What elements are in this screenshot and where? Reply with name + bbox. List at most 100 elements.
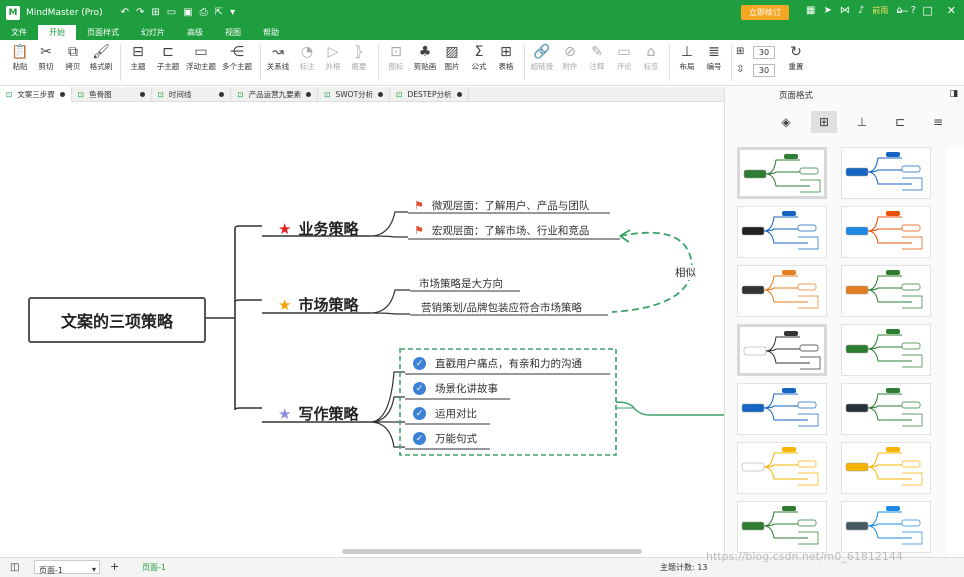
page-select[interactable]: 页面-1 ▾ (34, 560, 100, 575)
theme-thumbnail[interactable] (737, 501, 827, 553)
send-icon[interactable]: ➤ (823, 5, 831, 16)
structure-tool-button[interactable]: ⊥ (849, 111, 875, 133)
menu-view[interactable]: 视图 (214, 25, 252, 40)
theme-thumbnail[interactable] (737, 442, 827, 494)
table-icon: ⊞ (500, 44, 512, 60)
summary-button[interactable]: ⦄ 概要 (343, 43, 375, 72)
theme-thumbnail[interactable] (841, 501, 931, 553)
relation-line-button[interactable]: ↝ 关系线 (262, 43, 294, 72)
summary-icon: ⦄ (353, 44, 365, 60)
theme-thumbnail[interactable] (737, 206, 827, 258)
page-panel-icon[interactable]: ◫ (10, 562, 19, 573)
subtopic-label: 万能句式 (435, 433, 477, 445)
print-icon[interactable]: ⎙ (200, 7, 208, 18)
width-spacing-input[interactable]: 30 (753, 46, 775, 59)
theme-preview (845, 211, 923, 250)
height-spacing-input[interactable]: 30 (753, 64, 775, 77)
subtopic-label: 营销策划/品牌包装应符合市场策略 (421, 302, 583, 314)
icon-button[interactable]: ⊡ 图标 (380, 43, 412, 72)
upgrade-button[interactable]: 立即续订 (741, 5, 789, 20)
subtopic[interactable]: 市场策略是大方向 (419, 276, 503, 291)
menu-start[interactable]: 开始 (38, 25, 76, 40)
menu-slides[interactable]: 幻灯片 (130, 25, 176, 40)
tab-doc-4[interactable]: ⊡ 产品运营九要素 (231, 87, 319, 102)
page-tab[interactable]: 页面-1 (142, 562, 166, 573)
tab-doc-1[interactable]: ⊡ 文案三步骤 (0, 87, 72, 102)
minimize-icon[interactable]: — (897, 4, 908, 17)
subtopic[interactable]: ✓ 万能句式 (413, 431, 477, 446)
theme-thumbnail-partial[interactable] (947, 147, 964, 557)
theme-thumbnail[interactable] (841, 147, 931, 199)
menu-file[interactable]: 文件 (0, 25, 38, 40)
branch-topic-market[interactable]: ★ 市场策略 (278, 294, 358, 315)
ribbon-divider (669, 45, 670, 81)
tab-doc-6[interactable]: ⊡ DESTEP分析 (390, 87, 469, 102)
theme-thumbnail[interactable] (737, 324, 827, 376)
user-name[interactable]: 前雨 (872, 5, 888, 16)
export-icon[interactable]: ⇱ (215, 7, 223, 18)
subtopic[interactable]: ✓ 直戳用户痛点，有亲和力的沟通 (413, 356, 582, 371)
panel-toolbar: ◈ ⊞ ⊥ ⊏ ≡ (773, 111, 951, 133)
theme-thumbnail[interactable] (841, 206, 931, 258)
theme-preview (741, 388, 819, 427)
bell-icon[interactable]: ♪ (858, 5, 864, 16)
list-icon: ≡ (932, 115, 944, 129)
branch-topic-writing[interactable]: ★ 写作策略 (278, 403, 358, 424)
theme-thumbnail[interactable] (737, 147, 827, 199)
close-icon[interactable]: ✕ (947, 4, 956, 17)
layout-icon: ⊥ (680, 44, 694, 60)
new-file-icon[interactable]: ⊞ (151, 7, 159, 18)
subtopic[interactable]: 营销策划/品牌包装应符合市场策略 (421, 300, 582, 315)
add-page-icon[interactable]: + (110, 560, 119, 573)
mindmap-canvas[interactable]: 文案的三项策略 ★ 业务策略 ★ 市场策略 ★ 写作策略 ⚑ 微观层面：了解用户… (0, 102, 724, 555)
theme-thumbnail[interactable] (841, 442, 931, 494)
theme-preview (845, 388, 923, 427)
relation-label[interactable]: 相似 (673, 265, 698, 280)
redo-icon[interactable]: ↷ (136, 7, 144, 18)
subtopic-label: 宏观层面：了解市场、行业和竞品 (431, 225, 590, 237)
theme-thumbnail[interactable] (737, 383, 827, 435)
menu-page-style[interactable]: 页面样式 (76, 25, 130, 40)
list-tool-button[interactable]: ≡ (925, 111, 951, 133)
open-folder-icon[interactable]: ▭ (167, 7, 176, 18)
share-icon[interactable]: ⋈ (840, 5, 850, 16)
pin-icon[interactable]: ◨ (949, 89, 958, 99)
more-dropdown-icon[interactable]: ▾ (230, 7, 235, 18)
theme-tool-button[interactable]: ⊞ (811, 111, 837, 133)
undo-icon[interactable]: ↶ (121, 7, 129, 18)
multi-topic-button[interactable]: ⋲ 多个主题 (221, 43, 253, 72)
mindmap-icon: ⊡ (324, 90, 331, 99)
style-tool-button[interactable]: ◈ (773, 111, 799, 133)
subtopic[interactable]: ✓ 运用对比 (413, 406, 477, 421)
theme-thumbnail[interactable] (737, 265, 827, 317)
tag-button[interactable]: ⌂ 标签 (635, 43, 667, 72)
tab-doc-3[interactable]: ⊡ 时间线 (152, 87, 232, 102)
theme-thumbnail[interactable] (841, 383, 931, 435)
link-icon: 🔗 (533, 44, 551, 60)
table-button[interactable]: ⊞ 表格 (490, 43, 522, 72)
watermark-text: https://blog.csdn.net/m0_61812144 (706, 550, 903, 563)
theme-thumbnail[interactable] (841, 265, 931, 317)
save-icon[interactable]: ▣ (183, 7, 192, 18)
subtopic[interactable]: ⚑ 微观层面：了解用户、产品与团队 (414, 198, 589, 213)
menu-help[interactable]: 帮助 (252, 25, 290, 40)
tab-doc-2[interactable]: ⊡ 鱼骨图 (72, 87, 152, 102)
theme-thumbnail[interactable] (841, 324, 931, 376)
format-painter-button[interactable]: 🖌 格式刷 (85, 43, 117, 72)
branch-topic-business[interactable]: ★ 业务策略 (278, 218, 358, 239)
menu-advanced[interactable]: 高级 (176, 25, 214, 40)
present-icon[interactable]: ▦ (806, 5, 815, 16)
subtopic[interactable]: ⚑ 宏观层面：了解市场、行业和竞品 (414, 223, 589, 238)
flag-icon: ⚑ (414, 224, 424, 237)
horizontal-scrollbar[interactable] (342, 549, 642, 554)
subtopic-button[interactable]: ⊏ 子主题 (152, 43, 184, 72)
tab-doc-5[interactable]: ⊡ SWOT分析 (318, 87, 391, 102)
reset-button[interactable]: ↻ 重置 (780, 43, 812, 72)
maximize-icon[interactable]: □ (922, 4, 932, 17)
connector-tool-button[interactable]: ⊏ (887, 111, 913, 133)
numbering-button[interactable]: ≣ 编号 (698, 43, 730, 72)
floating-topic-button[interactable]: ▭ 浮动主题 (185, 43, 217, 72)
subtopic[interactable]: ✓ 场景化讲故事 (413, 381, 498, 396)
root-topic[interactable]: 文案的三项策略 (28, 297, 206, 343)
topic-button[interactable]: ⊟ 主题 (122, 43, 154, 72)
